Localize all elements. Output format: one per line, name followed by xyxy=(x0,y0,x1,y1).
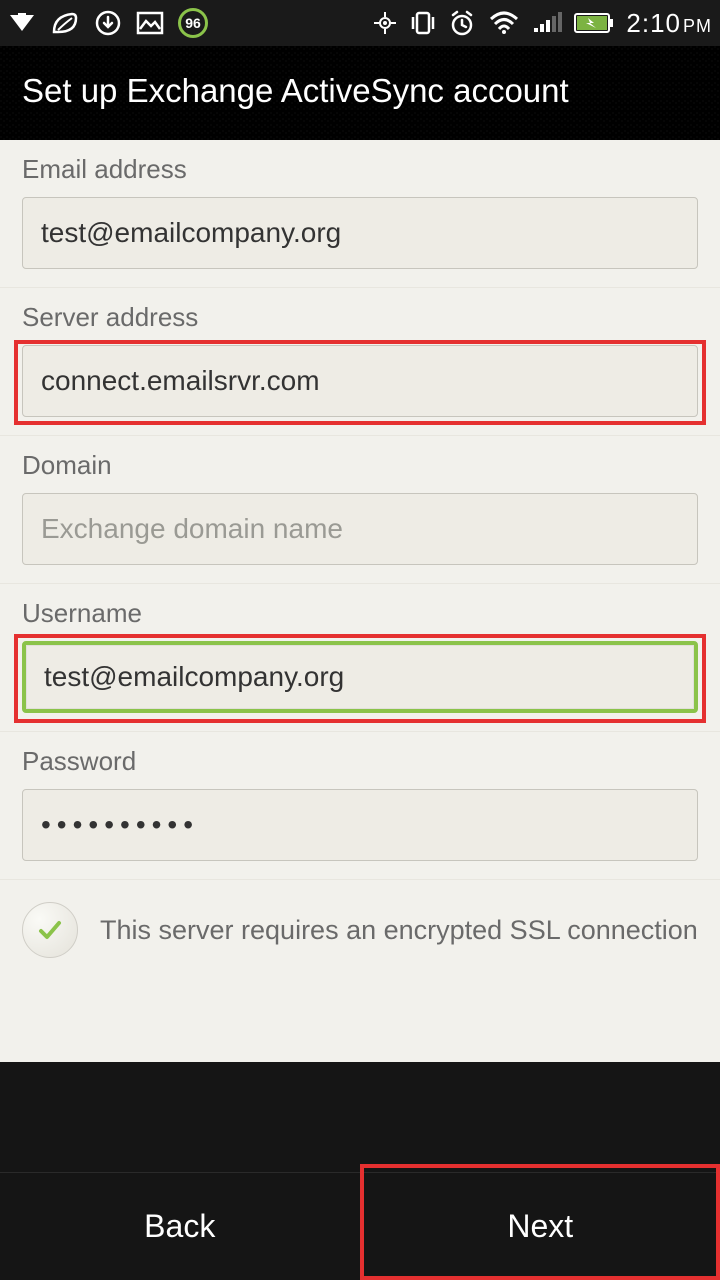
server-label: Server address xyxy=(22,302,698,333)
status-right: 2:10PM xyxy=(372,8,712,39)
clock: 2:10PM xyxy=(626,8,712,39)
ssl-row[interactable]: This server requires an encrypted SSL co… xyxy=(0,880,720,986)
alarm-icon xyxy=(448,9,476,37)
signal-icon xyxy=(532,12,562,34)
setup-form: Email address Server address Domain User… xyxy=(0,140,720,1062)
footer: Back Next xyxy=(0,1172,720,1280)
leaf-icon xyxy=(50,10,80,36)
back-button[interactable]: Back xyxy=(0,1173,361,1280)
notification-icon xyxy=(8,11,36,35)
check-icon xyxy=(35,915,65,945)
password-label: Password xyxy=(22,746,698,777)
email-group: Email address xyxy=(0,140,720,288)
battery-icon xyxy=(574,12,614,34)
status-left: 96 xyxy=(8,8,208,38)
status-bar: 96 2:10PM xyxy=(0,0,720,46)
server-input[interactable] xyxy=(22,345,698,417)
domain-input[interactable] xyxy=(22,493,698,565)
password-group: Password xyxy=(0,732,720,880)
picture-icon xyxy=(136,11,164,35)
password-input[interactable] xyxy=(22,789,698,861)
username-group: Username xyxy=(0,584,720,732)
battery-badge-icon: 96 xyxy=(178,8,208,38)
vibrate-icon xyxy=(410,9,436,37)
email-input[interactable] xyxy=(22,197,698,269)
page-title: Set up Exchange ActiveSync account xyxy=(0,46,720,140)
username-label: Username xyxy=(22,598,698,629)
footer-spacer xyxy=(0,1062,720,1172)
server-group: Server address xyxy=(0,288,720,436)
domain-group: Domain xyxy=(0,436,720,584)
username-input[interactable] xyxy=(22,641,698,713)
ssl-label: This server requires an encrypted SSL co… xyxy=(100,912,698,948)
domain-label: Domain xyxy=(22,450,698,481)
next-button[interactable]: Next xyxy=(361,1173,720,1280)
email-label: Email address xyxy=(22,154,698,185)
ssl-checkbox[interactable] xyxy=(22,902,78,958)
gps-icon xyxy=(372,10,398,36)
sync-icon xyxy=(94,9,122,37)
wifi-icon xyxy=(488,11,520,35)
